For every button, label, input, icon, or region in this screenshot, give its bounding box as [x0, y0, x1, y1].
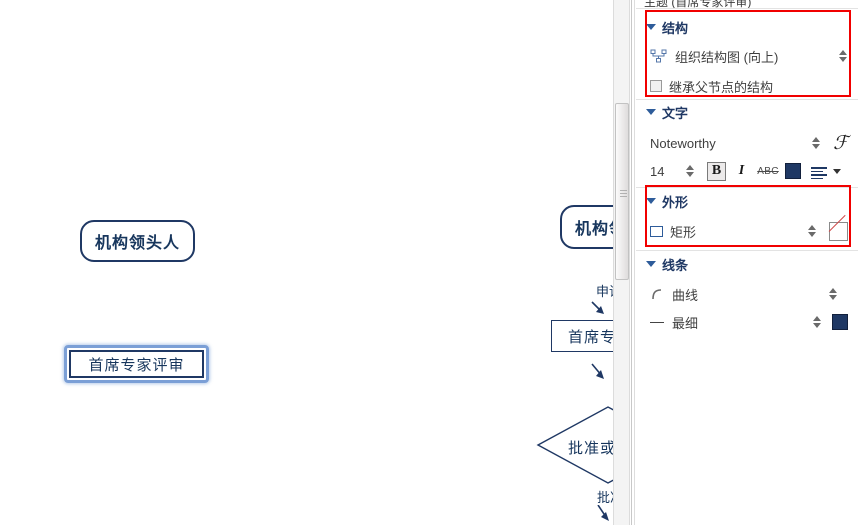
scrollbar-grip-icon: [620, 188, 627, 200]
canvas-node-leader[interactable]: 机构领头人: [80, 220, 195, 262]
font-format-row[interactable]: 14 B I ABC: [636, 157, 858, 185]
node-label: 机构领头人: [94, 235, 180, 252]
scrollbar-thumb[interactable]: [615, 103, 629, 280]
org-chart-icon: [650, 49, 667, 63]
vertical-scrollbar[interactable]: [613, 0, 630, 525]
font-size-stepper[interactable]: [684, 162, 695, 180]
italic-button[interactable]: I: [733, 162, 750, 181]
structure-type-stepper[interactable]: [837, 47, 848, 65]
canvas-node-leader-clipped[interactable]: 机构领头人: [560, 205, 613, 249]
strikethrough-button[interactable]: ABC: [756, 162, 780, 181]
font-family-row[interactable]: Noteworthy ℱ: [636, 129, 858, 157]
align-left-icon[interactable]: [811, 165, 827, 179]
divider: [636, 99, 858, 100]
inherit-structure-checkbox[interactable]: [650, 80, 662, 92]
inherit-structure-row[interactable]: 继承父节点的结构: [636, 72, 858, 100]
canvas-node-chief-review-selected[interactable]: 首席专家评审: [69, 350, 204, 378]
line-width-stepper[interactable]: [811, 313, 822, 331]
diagram-canvas[interactable]: 机构领头人 首席专家评审 机构领头人 申请 首席专家评审: [0, 0, 613, 525]
connector-arrow-approve: [597, 505, 609, 521]
edge-label-apply: 申请: [596, 284, 613, 299]
font-family-stepper[interactable]: [810, 134, 821, 152]
text-color-swatch[interactable]: [785, 163, 801, 179]
connector-arrow-apply: [591, 301, 604, 314]
thin-line-icon: [650, 321, 664, 323]
inspector-panel: 主题 (首席专家评审) 结构 组织结构图 (向上) 继承父节点的结构 文字 No…: [636, 0, 858, 525]
font-family-value: Noteworthy: [650, 135, 716, 151]
divider: [636, 187, 858, 188]
fill-none-swatch[interactable]: [829, 221, 848, 241]
node-label: 首席专家评审: [567, 328, 613, 346]
bold-button[interactable]: B: [707, 161, 726, 181]
line-style-row[interactable]: 曲线: [636, 280, 858, 308]
diamond-label: 批准或驳回: [568, 440, 613, 457]
font-size-value[interactable]: 14: [650, 164, 684, 179]
chevron-down-icon: [646, 24, 656, 30]
edge-label-approve: 批准: [597, 490, 613, 505]
section-header-shape[interactable]: 外形: [636, 190, 688, 212]
line-style-stepper[interactable]: [827, 285, 838, 303]
section-header-structure[interactable]: 结构: [636, 16, 688, 38]
line-style-value: 曲线: [672, 287, 699, 303]
line-width-row[interactable]: 最细: [636, 308, 858, 336]
shape-type-row[interactable]: 矩形: [636, 217, 858, 245]
line-color-swatch[interactable]: [832, 314, 848, 330]
shape-type-stepper[interactable]: [806, 222, 817, 240]
structure-type-row[interactable]: 组织结构图 (向上): [636, 42, 858, 70]
divider: [636, 250, 858, 251]
inherit-structure-label: 继承父节点的结构: [669, 79, 774, 95]
align-dropdown-caret-icon[interactable]: [833, 168, 841, 174]
structure-type-value: 组织结构图 (向上): [675, 49, 779, 65]
connector-arrow-to-diamond: [591, 363, 604, 379]
curve-line-icon: [652, 288, 662, 299]
chevron-down-icon: [646, 198, 656, 204]
node-label: 首席专家评审: [88, 356, 185, 374]
shape-type-value: 矩形: [670, 224, 697, 240]
app-window: 机构领头人 首席专家评审 机构领头人 申请 首席专家评审: [0, 0, 858, 525]
panel-divider-secondary: [634, 0, 635, 525]
line-width-value: 最细: [672, 315, 699, 331]
rectangle-icon: [650, 225, 663, 237]
panel-divider: [631, 0, 632, 525]
section-header-line[interactable]: 线条: [636, 253, 688, 275]
node-label: 机构领头人: [574, 221, 613, 238]
canvas-node-chief-review-clipped[interactable]: 首席专家评审: [551, 320, 613, 352]
divider: [636, 8, 858, 9]
section-header-text[interactable]: 文字: [636, 101, 688, 123]
text-effects-icon[interactable]: ℱ: [833, 132, 848, 155]
chevron-down-icon: [646, 109, 656, 115]
chevron-down-icon: [646, 261, 656, 267]
